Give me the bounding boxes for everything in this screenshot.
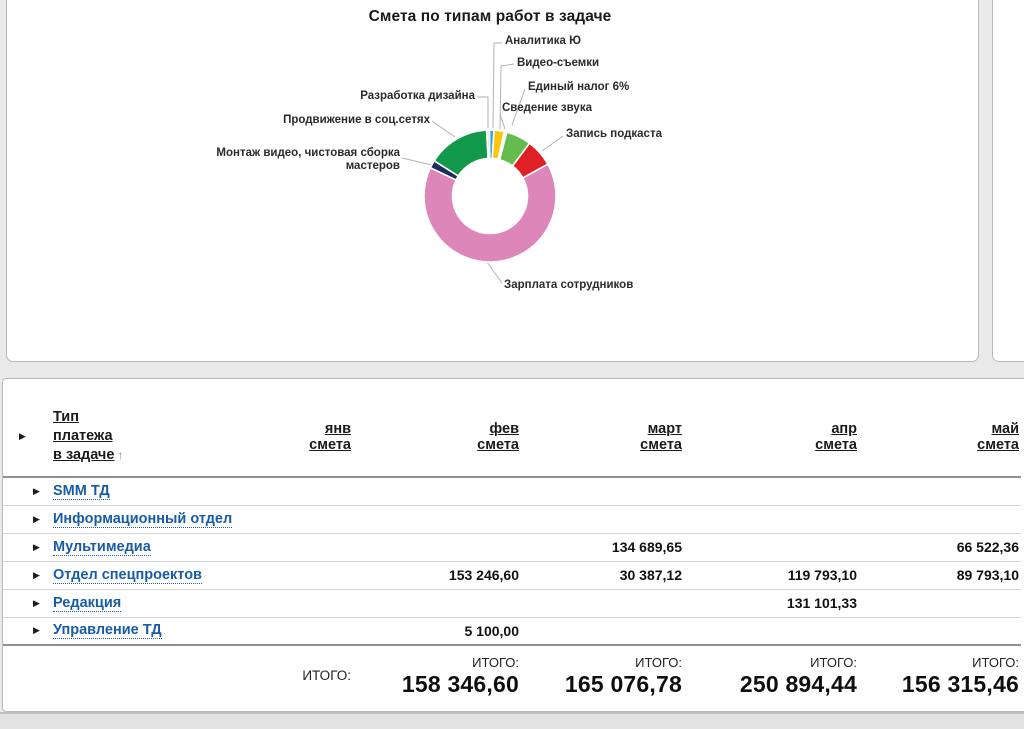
- totals-value: 156 315,46: [859, 671, 1019, 697]
- callout-line: [500, 114, 505, 129]
- sort-asc-icon[interactable]: ↑: [117, 448, 123, 462]
- row-link[interactable]: SMM ТД: [53, 483, 110, 500]
- totals-cell: ИТОГО: 165 076,78: [521, 645, 684, 705]
- totals-caption: ИТОГО:: [684, 655, 857, 671]
- table-row: ▶ Редакция 131 101,33: [3, 589, 1021, 617]
- row-expand-icon[interactable]: ▶: [31, 570, 53, 581]
- month-column-header[interactable]: апр смета: [684, 397, 859, 477]
- totals-value: 158 346,60: [353, 671, 519, 697]
- segment-label: Видео-съемки: [517, 57, 599, 70]
- month-column-header[interactable]: май смета: [859, 397, 1021, 477]
- page-footer-strip: [0, 712, 1024, 729]
- callout-line: [487, 262, 502, 283]
- month-column-header[interactable]: янв смета: [246, 397, 353, 477]
- row-link[interactable]: Отдел спецпроектов: [53, 567, 202, 584]
- row-link[interactable]: Редакция: [53, 595, 121, 612]
- cell-value: [353, 505, 521, 533]
- totals-cell: ИТОГО: 158 346,60: [353, 645, 521, 705]
- row-expand-icon[interactable]: ▶: [31, 625, 53, 636]
- cell-value: [859, 477, 1021, 505]
- donut-chart: Смета по типам работ в задаче Разработка…: [0, 0, 1024, 380]
- segment-label: Продвижение в соц.сетях: [250, 114, 430, 127]
- type-column-header[interactable]: Тип платежа в задаче↑: [53, 408, 173, 465]
- totals-cell: ИТОГО: 156 315,46: [859, 645, 1021, 705]
- cell-value: 131 101,33: [684, 589, 859, 617]
- cell-value: 5 100,00: [353, 617, 521, 645]
- month-column-header[interactable]: фев смета: [353, 397, 521, 477]
- segment-label: Зарплата сотрудников: [504, 279, 633, 292]
- cell-value: [246, 505, 353, 533]
- totals-caption: ИТОГО:: [353, 655, 519, 671]
- segment-label: Запись подкаста: [566, 128, 662, 141]
- cell-value: [684, 477, 859, 505]
- cell-value: [353, 477, 521, 505]
- table-row: ▶ SMM ТД: [3, 477, 1021, 505]
- totals-caption: ИТОГО:: [859, 655, 1019, 671]
- dashboard: Смета по типам работ в задаче Разработка…: [0, 0, 1024, 729]
- totals-row: ИТОГО:ИТОГО: 158 346,60ИТОГО: 165 076,78…: [3, 645, 1021, 705]
- donut-chart-svg: [0, 0, 1024, 380]
- totals-row-label: ИТОГО:: [246, 645, 353, 705]
- cell-value: 153 246,60: [353, 561, 521, 589]
- cell-value: 119 793,10: [684, 561, 859, 589]
- table-header-row: ▶ Тип платежа в задаче↑ янв сметафев сме…: [3, 397, 1021, 477]
- row-link[interactable]: Информационный отдел: [53, 511, 232, 528]
- cell-value: [521, 477, 684, 505]
- table-row: ▶ Отдел спецпроектов 153 246,6030 387,121…: [3, 561, 1021, 589]
- cell-value: 89 793,10: [859, 561, 1021, 589]
- totals-caption: ИТОГО:: [521, 655, 682, 671]
- header-expand-icon[interactable]: ▶: [19, 431, 53, 442]
- cell-value: [521, 589, 684, 617]
- cell-value: 134 689,65: [521, 533, 684, 561]
- donut-segment[interactable]: [424, 164, 556, 262]
- table-row: ▶ Управление ТД 5 100,00: [3, 617, 1021, 645]
- totals-value: 250 894,44: [684, 671, 857, 697]
- segment-label: Монтаж видео, чистовая сборка мастеров: [200, 147, 400, 173]
- cell-value: [246, 477, 353, 505]
- callout-line: [432, 121, 455, 137]
- cell-value: [521, 505, 684, 533]
- table-row: ▶ Мультимедиа 134 689,65 66 522,36: [3, 533, 1021, 561]
- budget-table: ▶ Тип платежа в задаче↑ янв сметафев сме…: [3, 397, 1021, 705]
- cell-value: [684, 533, 859, 561]
- row-link[interactable]: Мультимедиа: [53, 539, 151, 556]
- row-expand-icon[interactable]: ▶: [31, 598, 53, 609]
- row-link[interactable]: Управление ТД: [53, 622, 162, 639]
- cell-value: [246, 617, 353, 645]
- totals-cell: ИТОГО: 250 894,44: [684, 645, 859, 705]
- cell-value: 30 387,12: [521, 561, 684, 589]
- table-row: ▶ Информационный отдел: [3, 505, 1021, 533]
- budget-table-panel: ▶ Тип платежа в задаче↑ янв сметафев сме…: [2, 378, 1024, 712]
- cell-value: [859, 505, 1021, 533]
- segment-label: Разработка дизайна: [315, 90, 475, 103]
- cell-value: 66 522,36: [859, 533, 1021, 561]
- cell-value: [859, 589, 1021, 617]
- row-expand-icon[interactable]: ▶: [31, 514, 53, 525]
- cell-value: [246, 589, 353, 617]
- callout-line: [477, 97, 488, 128]
- segment-label: Аналитика Ю: [505, 35, 581, 48]
- cell-value: [684, 505, 859, 533]
- row-expand-icon[interactable]: ▶: [31, 542, 53, 553]
- cell-value: [859, 617, 1021, 645]
- cell-value: [521, 617, 684, 645]
- row-expand-icon[interactable]: ▶: [31, 486, 53, 497]
- totals-value: 165 076,78: [521, 671, 682, 697]
- callout-line: [542, 136, 563, 151]
- segment-label: Сведение звука: [502, 102, 592, 115]
- cell-value: [246, 533, 353, 561]
- month-column-header[interactable]: март смета: [521, 397, 684, 477]
- cell-value: [246, 561, 353, 589]
- cell-value: [353, 589, 521, 617]
- callout-line: [402, 158, 436, 166]
- type-column-header-cell: ▶ Тип платежа в задаче↑: [3, 397, 246, 477]
- cell-value: [353, 533, 521, 561]
- cell-value: [684, 617, 859, 645]
- segment-label: Единый налог 6%: [528, 81, 629, 94]
